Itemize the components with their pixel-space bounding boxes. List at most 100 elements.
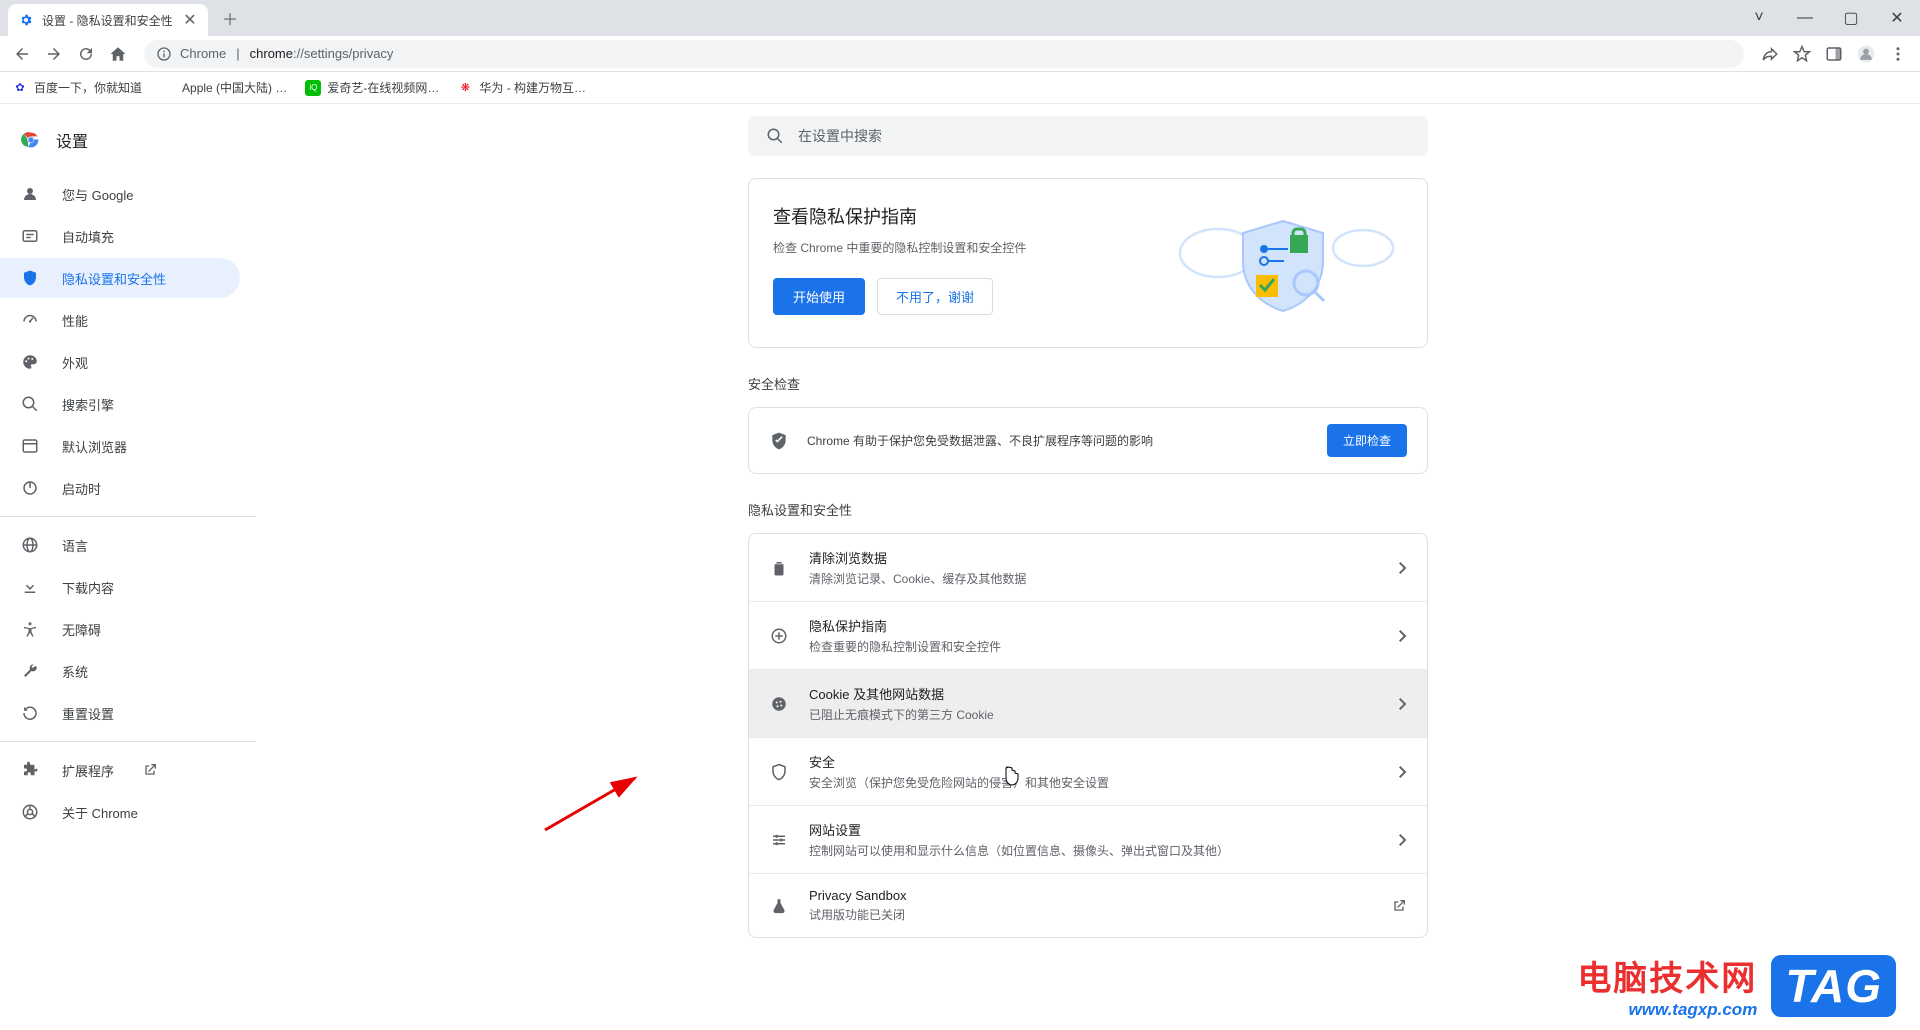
row-subtitle: 控制网站可以使用和显示什么信息（如位置信息、摄像头、弹出式窗口及其他） [809, 842, 1379, 859]
row-title: 清除浏览数据 [809, 548, 1379, 567]
sidebar-item-label: 性能 [62, 311, 88, 330]
sidebar-item-label: 无障碍 [62, 620, 101, 639]
window-maximize-icon[interactable]: ▢ [1828, 0, 1874, 36]
settings-title: 设置 [56, 128, 88, 152]
browser-toolbar: Chrome | chrome://settings/privacy [0, 36, 1920, 72]
window-chevron-icon[interactable]: ˅ [1736, 0, 1782, 36]
search-placeholder: 在设置中搜索 [798, 126, 882, 146]
chevron-right-icon [1399, 698, 1407, 710]
globe-icon [20, 535, 40, 555]
guide-subtitle: 检查 Chrome 中重要的隐私控制设置和安全控件 [773, 239, 1163, 256]
row-subtitle: 清除浏览记录、Cookie、缓存及其他数据 [809, 570, 1379, 587]
settings-gear-icon [18, 12, 34, 28]
sidebar-item-person[interactable]: 您与 Google [0, 174, 240, 214]
watermark: 电脑技术网 www.tagxp.com TAG [1577, 951, 1896, 1020]
trash-icon [769, 558, 789, 578]
privacy-list: 清除浏览数据清除浏览记录、Cookie、缓存及其他数据隐私保护指南检查重要的隐私… [748, 533, 1428, 938]
cookie-icon [769, 694, 789, 714]
profile-icon[interactable] [1852, 40, 1880, 68]
sidebar-item-label: 下载内容 [62, 578, 114, 597]
sidebar-item-power[interactable]: 启动时 [0, 468, 240, 508]
sidebar-divider [0, 741, 256, 742]
menu-icon[interactable] [1884, 40, 1912, 68]
url-path: ://settings/privacy [293, 46, 393, 61]
speed-icon [20, 310, 40, 330]
guide-icon [769, 626, 789, 646]
chevron-right-icon [1399, 766, 1407, 778]
sidebar-item-accessibility[interactable]: 无障碍 [0, 609, 240, 649]
sidebar-item-wrench[interactable]: 系统 [0, 651, 240, 691]
reset-icon [20, 703, 40, 723]
sidebar-item-label: 系统 [62, 662, 88, 681]
guide-dismiss-button[interactable]: 不用了，谢谢 [877, 278, 993, 315]
safety-check-text: Chrome 有助于保护您免受数据泄露、不良扩展程序等问题的影响 [807, 432, 1309, 449]
bookmark-huawei[interactable]: ❋华为 - 构建万物互… [457, 79, 586, 96]
privacy-row-flask[interactable]: Privacy Sandbox 试用版功能已关闭 [749, 873, 1427, 937]
external-link-icon [142, 762, 158, 778]
sidebar-item-shield[interactable]: 隐私设置和安全性 [0, 258, 240, 298]
window-close-icon[interactable]: ✕ [1874, 0, 1920, 36]
forward-button[interactable] [40, 40, 68, 68]
settings-main: 在设置中搜索 查看隐私保护指南 检查 Chrome 中重要的隐私控制设置和安全控… [256, 104, 1920, 1030]
site-info-icon [156, 46, 172, 62]
sidebar-item-chrome[interactable]: 关于 Chrome [0, 792, 240, 832]
settings-sidebar: 设置 您与 Google 自动填充隐私设置和安全性性能外观搜索引擎默认浏览器启动时… [0, 104, 256, 1030]
privacy-row-trash[interactable]: 清除浏览数据清除浏览记录、Cookie、缓存及其他数据 [749, 534, 1427, 601]
privacy-row-cookie[interactable]: Cookie 及其他网站数据已阻止无痕模式下的第三方 Cookie [749, 669, 1427, 737]
tune-icon [769, 830, 789, 850]
apple-icon [160, 80, 176, 96]
star-icon[interactable] [1788, 40, 1816, 68]
tab-close-icon[interactable]: ✕ [182, 12, 198, 28]
guide-start-button[interactable]: 开始使用 [773, 278, 865, 315]
safety-check-button[interactable]: 立即检查 [1327, 424, 1407, 457]
row-subtitle: 试用版功能已关闭 [809, 906, 1371, 923]
sidebar-item-extension[interactable]: 扩展程序 [0, 750, 240, 790]
sidebar-item-label: 您与 Google [62, 185, 134, 204]
sidebar-item-label: 搜索引擎 [62, 395, 114, 414]
sidebar-item-speed[interactable]: 性能 [0, 300, 240, 340]
sidebar-item-autofill[interactable]: 自动填充 [0, 216, 240, 256]
row-title: Privacy Sandbox [809, 888, 1371, 903]
palette-icon [20, 352, 40, 372]
side-panel-icon[interactable] [1820, 40, 1848, 68]
reload-button[interactable] [72, 40, 100, 68]
chevron-right-icon [1399, 834, 1407, 846]
external-link-icon [1391, 898, 1407, 914]
sidebar-item-globe[interactable]: 语言 [0, 525, 240, 565]
bookmark-iqiyi[interactable]: iQ爱奇艺-在线视频网… [305, 79, 439, 96]
bookmark-apple[interactable]: Apple (中国大陆) … [160, 79, 287, 96]
sidebar-item-label: 隐私设置和安全性 [62, 269, 166, 288]
window-controls: ˅ — ▢ ✕ [1736, 0, 1920, 36]
bookmark-baidu[interactable]: ✿百度一下，你就知道 [12, 79, 142, 96]
autofill-icon [20, 226, 40, 246]
sidebar-item-label: 重置设置 [62, 704, 114, 723]
sidebar-item-label: 启动时 [62, 479, 101, 498]
sidebar-item-download[interactable]: 下载内容 [0, 567, 240, 607]
window-minimize-icon[interactable]: — [1782, 0, 1828, 36]
privacy-row-safety[interactable]: 安全安全浏览（保护您免受危险网站的侵害）和其他安全设置 [749, 737, 1427, 805]
browser-tab[interactable]: 设置 - 隐私设置和安全性 ✕ [8, 4, 208, 36]
wrench-icon [20, 661, 40, 681]
sidebar-item-search[interactable]: 搜索引擎 [0, 384, 240, 424]
accessibility-icon [20, 619, 40, 639]
sidebar-item-browser[interactable]: 默认浏览器 [0, 426, 240, 466]
settings-search[interactable]: 在设置中搜索 [748, 116, 1428, 156]
settings-brand: 设置 [0, 112, 256, 172]
sidebar-item-label: 语言 [62, 536, 88, 555]
privacy-row-guide[interactable]: 隐私保护指南检查重要的隐私控制设置和安全控件 [749, 601, 1427, 669]
privacy-row-tune[interactable]: 网站设置控制网站可以使用和显示什么信息（如位置信息、摄像头、弹出式窗口及其他） [749, 805, 1427, 873]
share-icon[interactable] [1756, 40, 1784, 68]
sidebar-item-reset[interactable]: 重置设置 [0, 693, 240, 733]
new-tab-button[interactable]: ＋ [216, 4, 244, 32]
home-button[interactable] [104, 40, 132, 68]
huawei-icon: ❋ [457, 80, 473, 96]
address-bar[interactable]: Chrome | chrome://settings/privacy [144, 40, 1744, 68]
back-button[interactable] [8, 40, 36, 68]
chrome-icon [20, 802, 40, 822]
shield-check-icon [769, 431, 789, 451]
baidu-icon: ✿ [12, 80, 28, 96]
guide-illustration [1163, 203, 1403, 323]
sidebar-item-palette[interactable]: 外观 [0, 342, 240, 382]
window-titlebar: 设置 - 隐私设置和安全性 ✕ ＋ ˅ — ▢ ✕ [0, 0, 1920, 36]
chrome-logo-icon [20, 129, 42, 151]
